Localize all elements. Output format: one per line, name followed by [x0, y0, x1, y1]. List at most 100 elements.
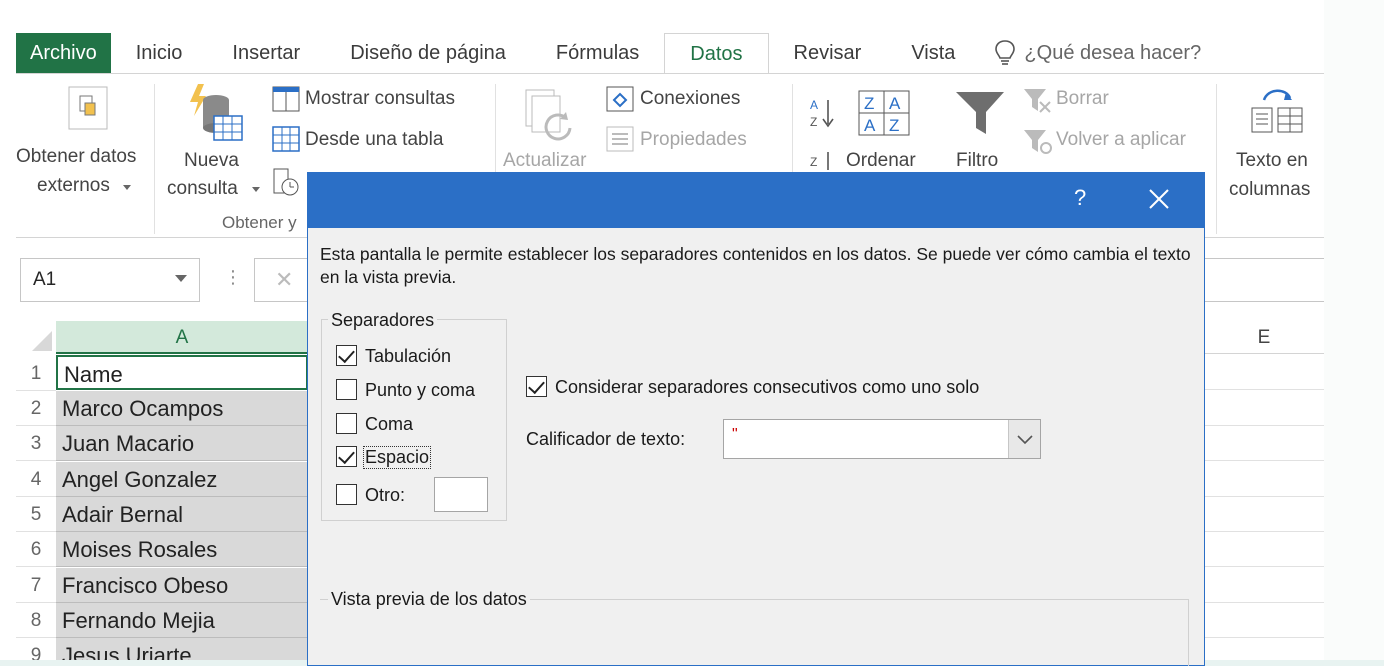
cell-a1[interactable]: Name [56, 355, 308, 390]
new-query-label-2[interactable]: consulta [167, 178, 238, 200]
name-box-value: A1 [33, 269, 57, 290]
dialog-title-bar[interactable]: ? [308, 173, 1204, 228]
cell-e[interactable] [1204, 603, 1324, 638]
text-to-columns-label-2[interactable]: columnas [1229, 179, 1310, 201]
dialog-description: Esta pantalla le permite establecer los … [320, 244, 1191, 287]
clear-filter-icon [1024, 89, 1051, 113]
filter-icon [956, 92, 1004, 134]
chevron-down-icon [252, 187, 260, 192]
text-import-wizard-dialog: ? Esta pantalla le permite establecer lo… [307, 172, 1205, 666]
tell-me-text: ¿Qué desea hacer? [1024, 41, 1202, 64]
row-header[interactable]: 9 [16, 638, 56, 660]
comma-checkbox[interactable] [336, 413, 357, 434]
text-to-columns-label-1[interactable]: Texto en [1236, 150, 1308, 172]
row-header[interactable]: 6 [16, 532, 56, 567]
cell-e[interactable] [1204, 426, 1324, 461]
tab-datos[interactable]: Datos [664, 32, 769, 74]
semicolon-checkbox[interactable] [336, 379, 357, 400]
tab-vista[interactable]: Vista [886, 33, 980, 73]
space-label[interactable]: Espacio [363, 446, 432, 469]
cell-e[interactable] [1204, 462, 1324, 497]
row-header[interactable]: 2 [16, 391, 56, 426]
consecutive-checkbox[interactable] [526, 376, 547, 397]
space-checkbox[interactable] [336, 446, 357, 467]
show-queries-button[interactable]: Mostrar consultas [305, 88, 455, 110]
cell-e[interactable] [1204, 638, 1324, 660]
table-cell[interactable]: Francisco Obeso [56, 568, 308, 603]
cell-e[interactable] [1204, 391, 1324, 426]
preview-frame-right [1188, 599, 1189, 666]
svg-text:Z: Z [889, 116, 899, 135]
table-cell[interactable]: Adair Bernal [56, 497, 308, 532]
from-table-icon [272, 126, 300, 152]
table-cell[interactable]: Fernando Mejia [56, 603, 308, 638]
refresh-button[interactable]: Actualizar [503, 150, 586, 172]
new-query-icon [190, 84, 243, 141]
formula-cancel-button[interactable]: ✕ [254, 258, 314, 302]
ribbon-tabs: Archivo Inicio Insertar Diseño de página… [16, 32, 1201, 74]
table-cell[interactable]: Jesus Uriarte [56, 638, 308, 660]
reapply-button[interactable]: Volver a aplicar [1056, 129, 1186, 151]
table-cell[interactable]: Moises Rosales [56, 532, 308, 567]
get-external-label-1[interactable]: Obtener datos [16, 146, 136, 168]
row-header[interactable]: 4 [16, 462, 56, 497]
tab-inicio[interactable]: Inicio [111, 33, 208, 73]
sort-button[interactable]: Ordenar [846, 150, 916, 172]
chevron-down-icon[interactable] [175, 275, 187, 282]
text-to-columns-icon [1251, 89, 1303, 133]
column-header-e[interactable]: E [1204, 321, 1324, 354]
row-header[interactable]: 1 [16, 356, 56, 391]
comma-label[interactable]: Coma [365, 414, 413, 435]
cell-e[interactable] [1204, 497, 1324, 532]
help-button[interactable]: ? [1074, 185, 1086, 211]
other-checkbox[interactable] [336, 484, 357, 505]
from-table-button[interactable]: Desde una tabla [305, 129, 443, 151]
text-qualifier-value: " [732, 426, 738, 443]
filter-button[interactable]: Filtro [956, 150, 998, 172]
semicolon-label[interactable]: Punto y coma [365, 380, 475, 401]
other-label[interactable]: Otro: [365, 485, 405, 506]
clear-button[interactable]: Borrar [1056, 88, 1109, 110]
cell-e[interactable] [1204, 568, 1324, 603]
reapply-icon [1024, 130, 1052, 154]
formula-input[interactable] [1204, 258, 1324, 302]
tab-label[interactable]: Tabulación [365, 346, 451, 367]
consecutive-label[interactable]: Considerar separadores consecutivos como… [555, 377, 979, 398]
close-icon[interactable] [1148, 188, 1170, 210]
dropdown-button[interactable] [1008, 420, 1040, 458]
lightbulb-icon [995, 40, 1016, 65]
tab-insertar[interactable]: Insertar [207, 33, 325, 73]
cell-e[interactable] [1204, 532, 1324, 567]
table-cell[interactable]: Marco Ocampos [56, 391, 308, 426]
svg-text:A: A [889, 94, 901, 113]
tab-formulas[interactable]: Fórmulas [531, 33, 664, 73]
close-icon: ✕ [275, 267, 294, 292]
name-box[interactable]: A1 [20, 258, 200, 302]
row-header[interactable]: 5 [16, 497, 56, 532]
tab-checkbox[interactable] [336, 345, 357, 366]
text-qualifier-select[interactable]: " [723, 419, 1041, 459]
row-header[interactable]: 8 [16, 603, 56, 638]
row-header[interactable]: 3 [16, 426, 56, 461]
table-cell[interactable]: Angel Gonzalez [56, 462, 308, 497]
cell-e[interactable] [1204, 355, 1324, 390]
other-separator-input[interactable] [434, 477, 488, 512]
column-header-a[interactable]: A [56, 321, 308, 354]
data-preview-title: Vista previa de los datos [328, 589, 530, 610]
tab-revisar[interactable]: Revisar [769, 33, 887, 73]
tell-me-search[interactable]: ¿Qué desea hacer? [980, 39, 1201, 67]
select-all-triangle [32, 331, 52, 351]
properties-icon [606, 126, 634, 152]
properties-button[interactable]: Propiedades [640, 129, 747, 151]
get-external-label-2[interactable]: externos [37, 175, 110, 197]
svg-text:Z: Z [810, 115, 817, 129]
row-header[interactable]: 7 [16, 568, 56, 603]
tab-archivo[interactable]: Archivo [16, 33, 111, 73]
separators-title: Separadores [328, 310, 438, 331]
connections-button[interactable]: Conexiones [640, 88, 740, 110]
tab-diseno-pagina[interactable]: Diseño de página [325, 33, 531, 73]
table-cell[interactable]: Juan Macario [56, 426, 308, 461]
chevron-down-icon [123, 185, 131, 190]
svg-text:Z: Z [810, 155, 817, 169]
new-query-label-1[interactable]: Nueva [184, 150, 239, 172]
